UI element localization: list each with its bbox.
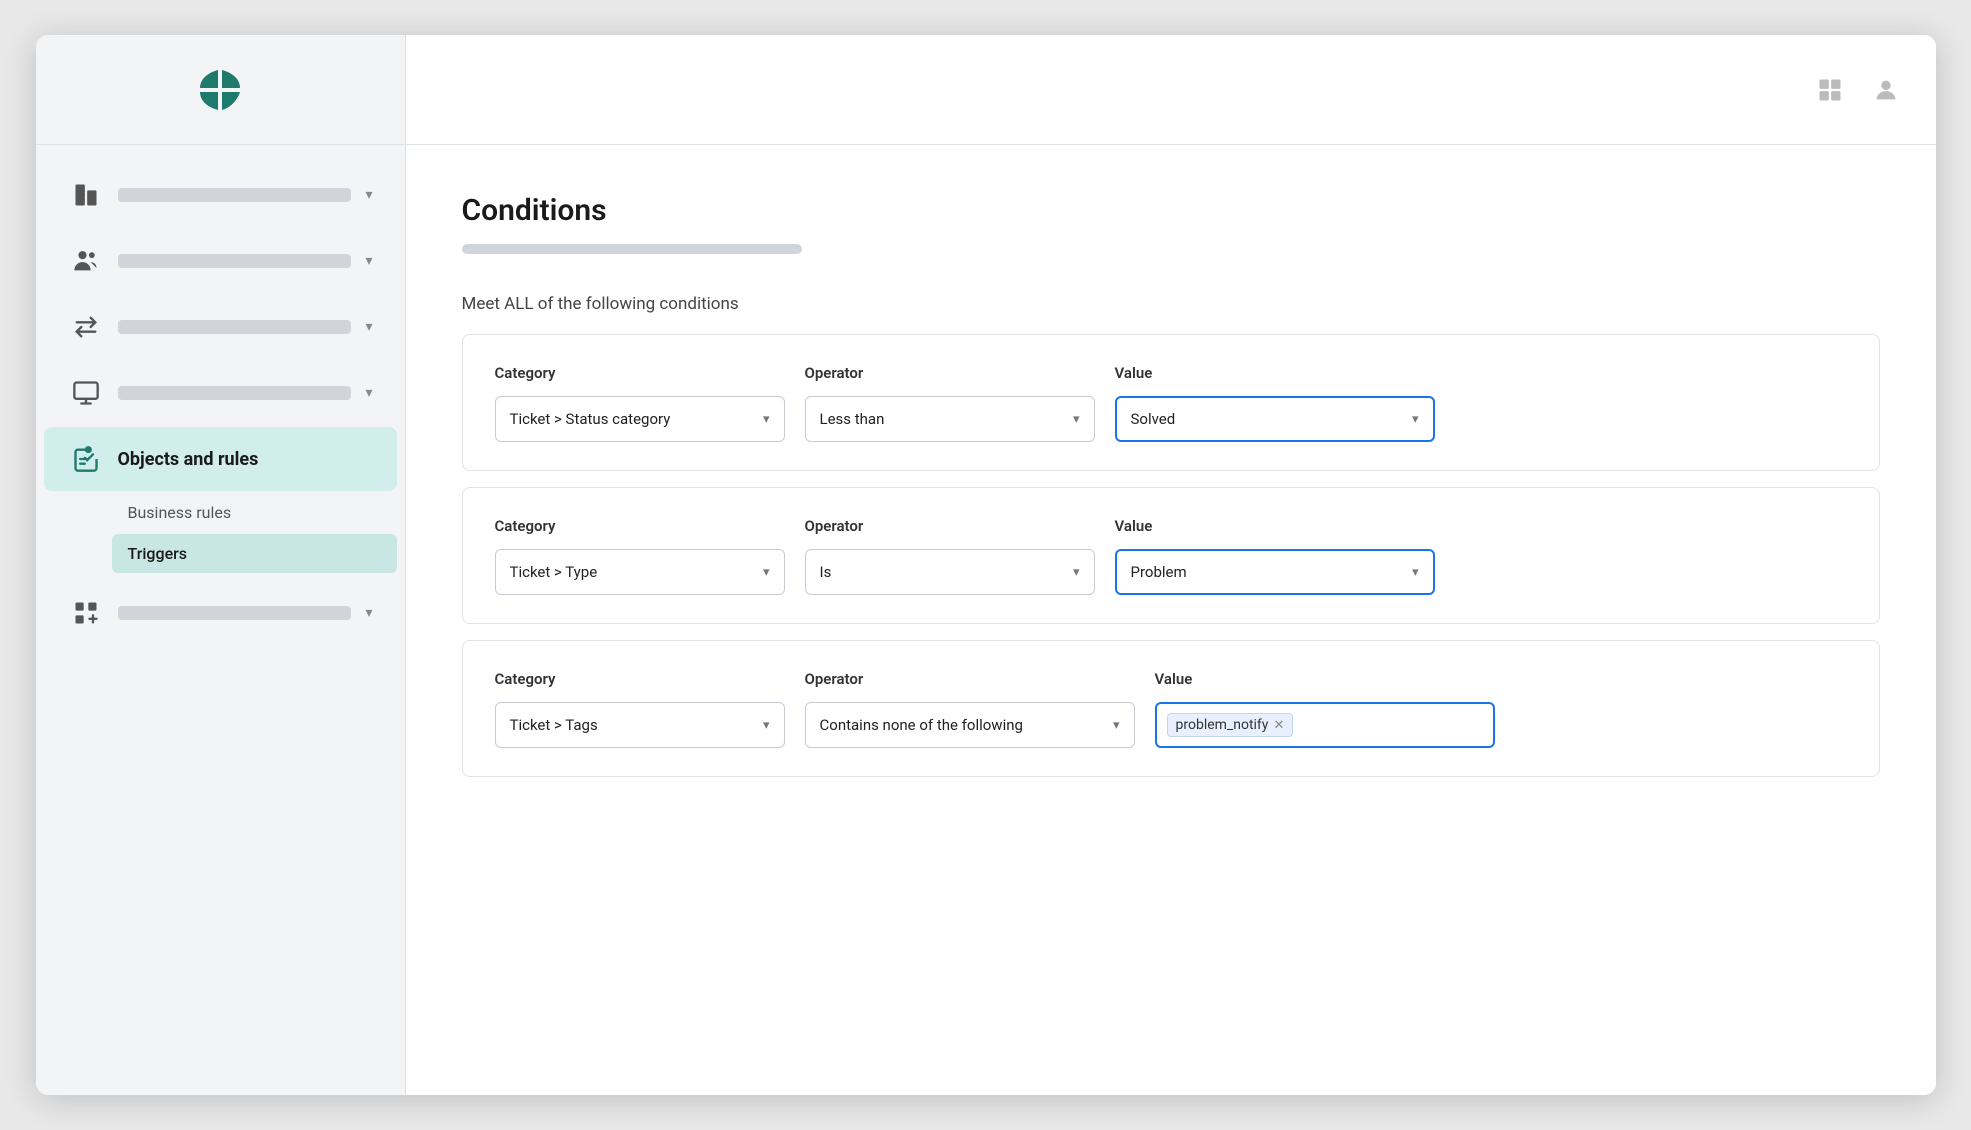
page-content: Conditions Meet ALL of the following con… — [406, 145, 1936, 1095]
conditions-label: Meet ALL of the following conditions — [462, 294, 1880, 314]
buildings-icon — [68, 177, 104, 213]
category-header-2: Category — [495, 517, 556, 535]
people-icon — [68, 243, 104, 279]
sidebar-nav: ▾ ▾ — [36, 145, 405, 1095]
chevron-down-icon: ▾ — [763, 565, 770, 580]
value-header-1: Value — [1115, 364, 1153, 382]
nav-label-bar — [118, 254, 352, 268]
chevron-down-icon: ▾ — [365, 319, 372, 335]
value-select-1[interactable]: Solved ▾ — [1115, 396, 1435, 442]
value-header-3: Value — [1155, 670, 1193, 688]
condition-row-2: Category Operator Value Ticket > Type ▾ — [462, 487, 1880, 624]
nav-label-bar — [118, 320, 352, 334]
condition-row-1: Category Operator Value Ticket > Status … — [462, 334, 1880, 471]
main-content: Conditions Meet ALL of the following con… — [406, 35, 1936, 1095]
value-tag-input-3[interactable]: problem_notify ✕ — [1155, 702, 1495, 748]
sidebar-item-arrows[interactable]: ▾ — [44, 295, 397, 359]
arrows-icon — [68, 309, 104, 345]
sidebar-item-objects-rules[interactable]: Objects and rules — [44, 427, 397, 491]
apps-icon — [68, 595, 104, 631]
topbar — [406, 35, 1936, 145]
value-header-2: Value — [1115, 517, 1153, 535]
app-frame: ▾ ▾ — [36, 35, 1936, 1095]
category-select-2[interactable]: Ticket > Type ▾ — [495, 549, 785, 595]
grid-icon[interactable] — [1812, 72, 1848, 108]
chevron-down-icon: ▾ — [1412, 565, 1419, 580]
operator-header-2: Operator — [805, 517, 864, 535]
operator-select-1[interactable]: Less than ▾ — [805, 396, 1095, 442]
value-select-2[interactable]: Problem ▾ — [1115, 549, 1435, 595]
sidebar: ▾ ▾ — [36, 35, 406, 1095]
category-header-1: Category — [495, 364, 556, 382]
category-header-3: Category — [495, 670, 556, 688]
operator-select-2[interactable]: Is ▾ — [805, 549, 1095, 595]
sidebar-item-business-rules[interactable]: Business rules — [112, 493, 397, 532]
chevron-down-icon: ▾ — [763, 412, 770, 427]
sidebar-item-label: Objects and rules — [118, 449, 259, 470]
progress-bar — [462, 244, 802, 254]
sidebar-item-triggers[interactable]: Triggers — [112, 534, 397, 573]
tag-chip-problem-notify: problem_notify ✕ — [1167, 713, 1294, 737]
tag-remove-button[interactable]: ✕ — [1273, 719, 1284, 732]
chevron-down-icon: ▾ — [365, 187, 372, 203]
sub-nav: Business rules Triggers — [36, 493, 405, 573]
operator-header-1: Operator — [805, 364, 864, 382]
chevron-down-icon: ▾ — [365, 253, 372, 269]
sidebar-item-apps[interactable]: ▾ — [44, 581, 397, 645]
chevron-down-icon: ▾ — [1412, 412, 1419, 427]
chevron-down-icon: ▾ — [1073, 565, 1080, 580]
category-select-3[interactable]: Ticket > Tags ▾ — [495, 702, 785, 748]
sidebar-logo — [36, 35, 405, 145]
user-icon[interactable] — [1868, 72, 1904, 108]
category-select-1[interactable]: Ticket > Status category ▾ — [495, 396, 785, 442]
sidebar-item-buildings[interactable]: ▾ — [44, 163, 397, 227]
nav-label-bar — [118, 386, 352, 400]
chevron-down-icon: ▾ — [365, 385, 372, 401]
sidebar-item-monitor[interactable]: ▾ — [44, 361, 397, 425]
sidebar-item-people[interactable]: ▾ — [44, 229, 397, 293]
operator-select-3[interactable]: Contains none of the following ▾ — [805, 702, 1135, 748]
chevron-down-icon: ▾ — [1113, 718, 1120, 733]
zendesk-logo — [190, 60, 250, 120]
condition-row-3: Category Operator Value Ticket > Tags ▾ — [462, 640, 1880, 777]
operator-header-3: Operator — [805, 670, 864, 688]
chevron-down-icon: ▾ — [763, 718, 770, 733]
page-title: Conditions — [462, 193, 1880, 228]
nav-label-bar — [118, 606, 352, 620]
objects-rules-icon — [68, 441, 104, 477]
chevron-down-icon: ▾ — [365, 605, 372, 621]
chevron-down-icon: ▾ — [1073, 412, 1080, 427]
monitor-icon — [68, 375, 104, 411]
nav-label-bar — [118, 188, 352, 202]
